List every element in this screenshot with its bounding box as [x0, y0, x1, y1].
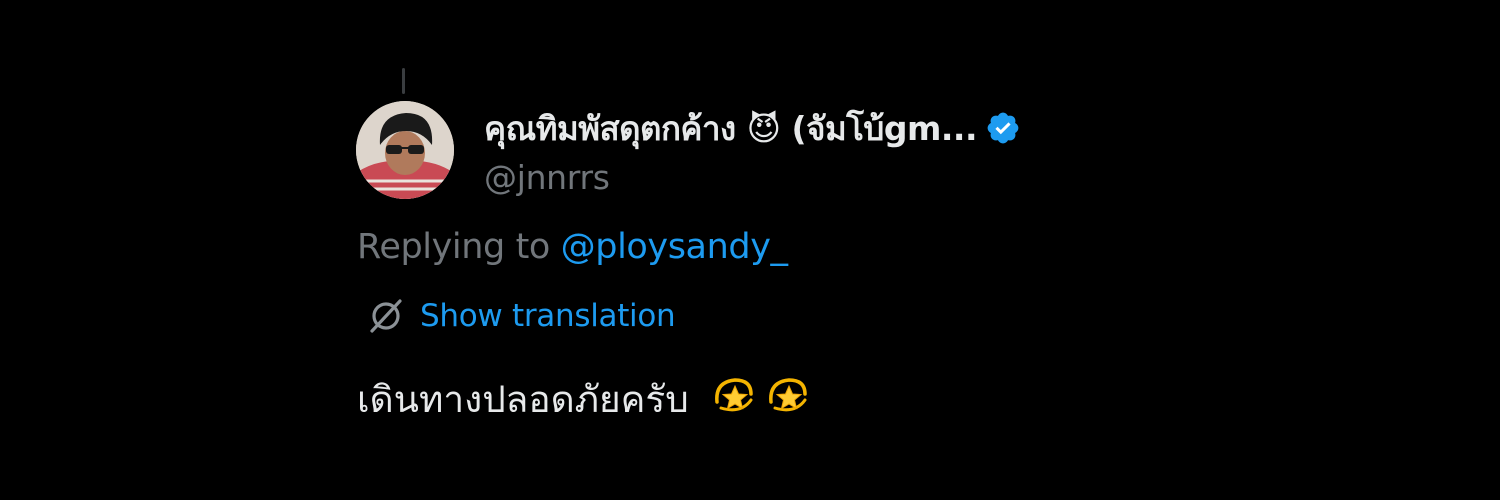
author-handle[interactable]: @jnnrrs — [484, 158, 1204, 197]
author-display-name[interactable]: คุณทิมพัสดุตกค้าง 😈 (จัมโบ้gm... — [484, 102, 978, 155]
show-translation-label: Show translation — [420, 298, 676, 334]
avatar-photo-icon — [356, 101, 454, 199]
author-avatar[interactable] — [356, 101, 454, 199]
translate-icon — [366, 296, 406, 336]
tweet-header: คุณทิมพัสดุตกค้าง 😈 (จัมโบ้gm... @jnnrrs — [484, 100, 1204, 197]
tweet-text: เดินทางปลอดภัยครับ — [357, 378, 689, 421]
show-translation-button[interactable]: Show translation — [366, 296, 676, 336]
dizzy-star-emoji-icon — [765, 372, 811, 427]
thread-connector-line — [402, 68, 405, 94]
replying-to-line: Replying to @ploysandy_ — [357, 227, 788, 267]
replying-to-mention-link[interactable]: @ploysandy_ — [561, 227, 788, 267]
verified-badge-icon — [985, 110, 1021, 146]
dizzy-star-emoji-icon — [711, 372, 757, 427]
author-name-row: คุณทิมพัสดุตกค้าง 😈 (จัมโบ้gm... — [484, 100, 1204, 156]
replying-to-label: Replying to — [357, 227, 561, 267]
tweet-body: เดินทางปลอดภัยครับ — [357, 370, 811, 429]
